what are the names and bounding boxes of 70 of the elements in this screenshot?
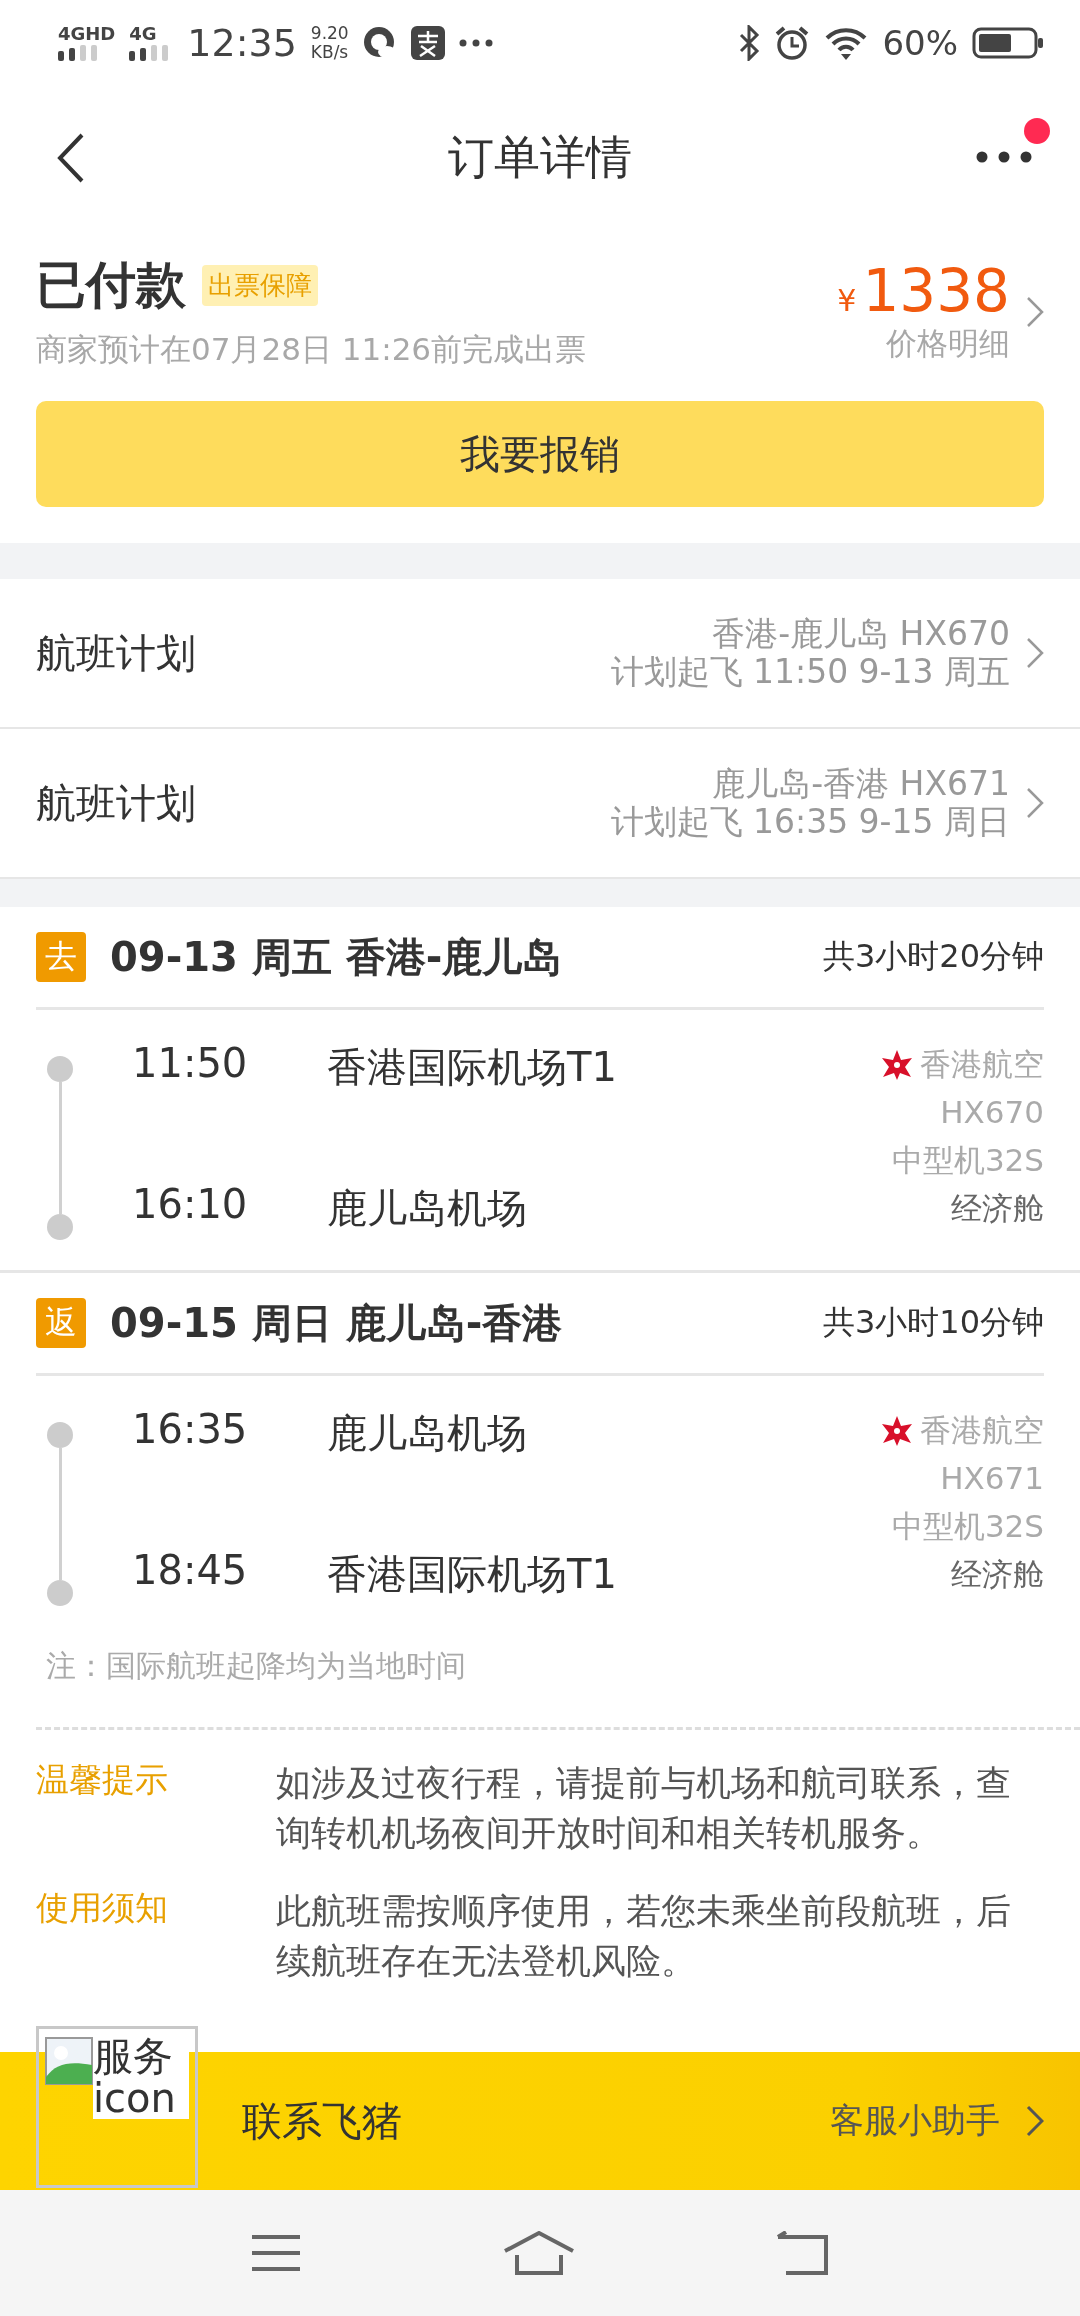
departure-airport: 香港国际机场T1 — [327, 1043, 617, 1092]
bluetooth-icon — [738, 25, 761, 61]
page-title: 订单详情 — [448, 129, 632, 186]
more-icon — [458, 39, 493, 47]
tip-text: 此航班需按顺序使用，若您未乘坐前段航班，后续航班存在无法登机风险。 — [276, 1890, 1012, 1983]
tip-label: 温馨提示 — [36, 1759, 169, 1801]
timeline-dot — [47, 1056, 73, 1082]
alarm-icon — [774, 25, 811, 61]
cabin-class: 经济舱 — [951, 1189, 1044, 1228]
battery-percent: 60% — [882, 23, 958, 63]
contact-label[interactable]: 联系飞猪 — [242, 2093, 402, 2149]
aircraft-type: 中型机32S — [891, 1507, 1044, 1546]
chevron-right-icon[interactable] — [1026, 2105, 1044, 2137]
chevron-right-icon[interactable] — [1026, 787, 1044, 819]
departure-airport: 鹿儿岛机场 — [327, 1409, 527, 1458]
arrival-time: 18:45 — [132, 1547, 249, 1595]
home-icon[interactable] — [503, 2231, 575, 2275]
reimburse-button[interactable]: 我要报销 — [36, 401, 1044, 507]
flight-duration: 共3小时20分钟 — [822, 936, 1044, 977]
network-label: 4G — [129, 25, 158, 43]
flight-plan-label: 航班计划 — [36, 778, 196, 828]
chevron-right-icon[interactable] — [1026, 295, 1044, 328]
currency-symbol: ¥ — [837, 282, 857, 318]
broken-image-icon — [45, 2037, 93, 2085]
departure-time: 16:35 — [132, 1406, 249, 1454]
arrival-time: 16:10 — [132, 1181, 249, 1229]
flight-route: 鹿儿岛-香港 HX671 — [712, 765, 1010, 803]
flight-duration: 共3小时10分钟 — [822, 1302, 1044, 1343]
direction-badge: 去 — [36, 932, 86, 982]
flower-logo-icon — [880, 1048, 914, 1080]
chevron-right-icon[interactable] — [1026, 637, 1044, 669]
airline-name: 香港航空 — [920, 1411, 1044, 1450]
aircraft-type: 中型机32S — [891, 1141, 1044, 1180]
network-label: 4GHD — [58, 25, 116, 43]
flight-route: 香港-鹿儿岛 HX670 — [712, 615, 1010, 653]
cloud-app-icon — [362, 26, 397, 60]
ticketing-note: 商家预计在07月28日 11:26前完成出票 — [36, 330, 587, 369]
segment-title: 09-13 周五 香港-鹿儿岛 — [110, 932, 564, 982]
customer-service-link[interactable]: 客服小助手 — [830, 2098, 1000, 2144]
price-amount: 1338 — [862, 258, 1010, 323]
cabin-class: 经济舱 — [951, 1555, 1044, 1594]
departure-time: 11:50 — [132, 1040, 249, 1088]
flower-logo-icon — [880, 1414, 914, 1446]
timeline-dot — [47, 1580, 73, 1606]
tip-label: 使用须知 — [36, 1887, 169, 1929]
departure-schedule: 计划起飞 16:35 9-15 周日 — [610, 803, 1010, 841]
menu-icon[interactable] — [250, 2233, 303, 2273]
flight-number: HX670 — [940, 1093, 1044, 1132]
pay-app-icon — [410, 26, 445, 60]
speed-unit: KB/s — [310, 43, 349, 62]
arrival-airport: 鹿儿岛机场 — [327, 1184, 527, 1233]
more-icon[interactable] — [976, 151, 1032, 163]
battery-icon — [972, 27, 1044, 59]
clock: 12:35 — [187, 21, 297, 65]
speed-value: 9.20 — [310, 24, 349, 43]
time-footnote: 注：国际航班起降均为当地时间 — [45, 1647, 467, 1685]
back-icon[interactable] — [56, 132, 86, 184]
departure-schedule: 计划起飞 11:50 9-13 周五 — [610, 653, 1010, 691]
segment-title: 09-15 周日 鹿儿岛-香港 — [110, 1298, 564, 1348]
tip-text: 如涉及过夜行程，请提前与机场和航司联系，查询转机机场夜间开放时间和相关转机服务。 — [276, 1762, 1012, 1855]
guarantee-tag: 出票保障 — [202, 265, 318, 306]
order-status: 已付款 — [36, 255, 186, 316]
wifi-icon — [824, 26, 869, 60]
direction-badge: 返 — [36, 1298, 86, 1348]
flight-plan-label: 航班计划 — [36, 628, 196, 678]
timeline-dot — [47, 1422, 73, 1448]
arrival-airport: 香港国际机场T1 — [327, 1550, 617, 1599]
flight-number: HX671 — [940, 1459, 1044, 1498]
timeline-dot — [47, 1214, 73, 1240]
airline-name: 香港航空 — [920, 1045, 1044, 1084]
